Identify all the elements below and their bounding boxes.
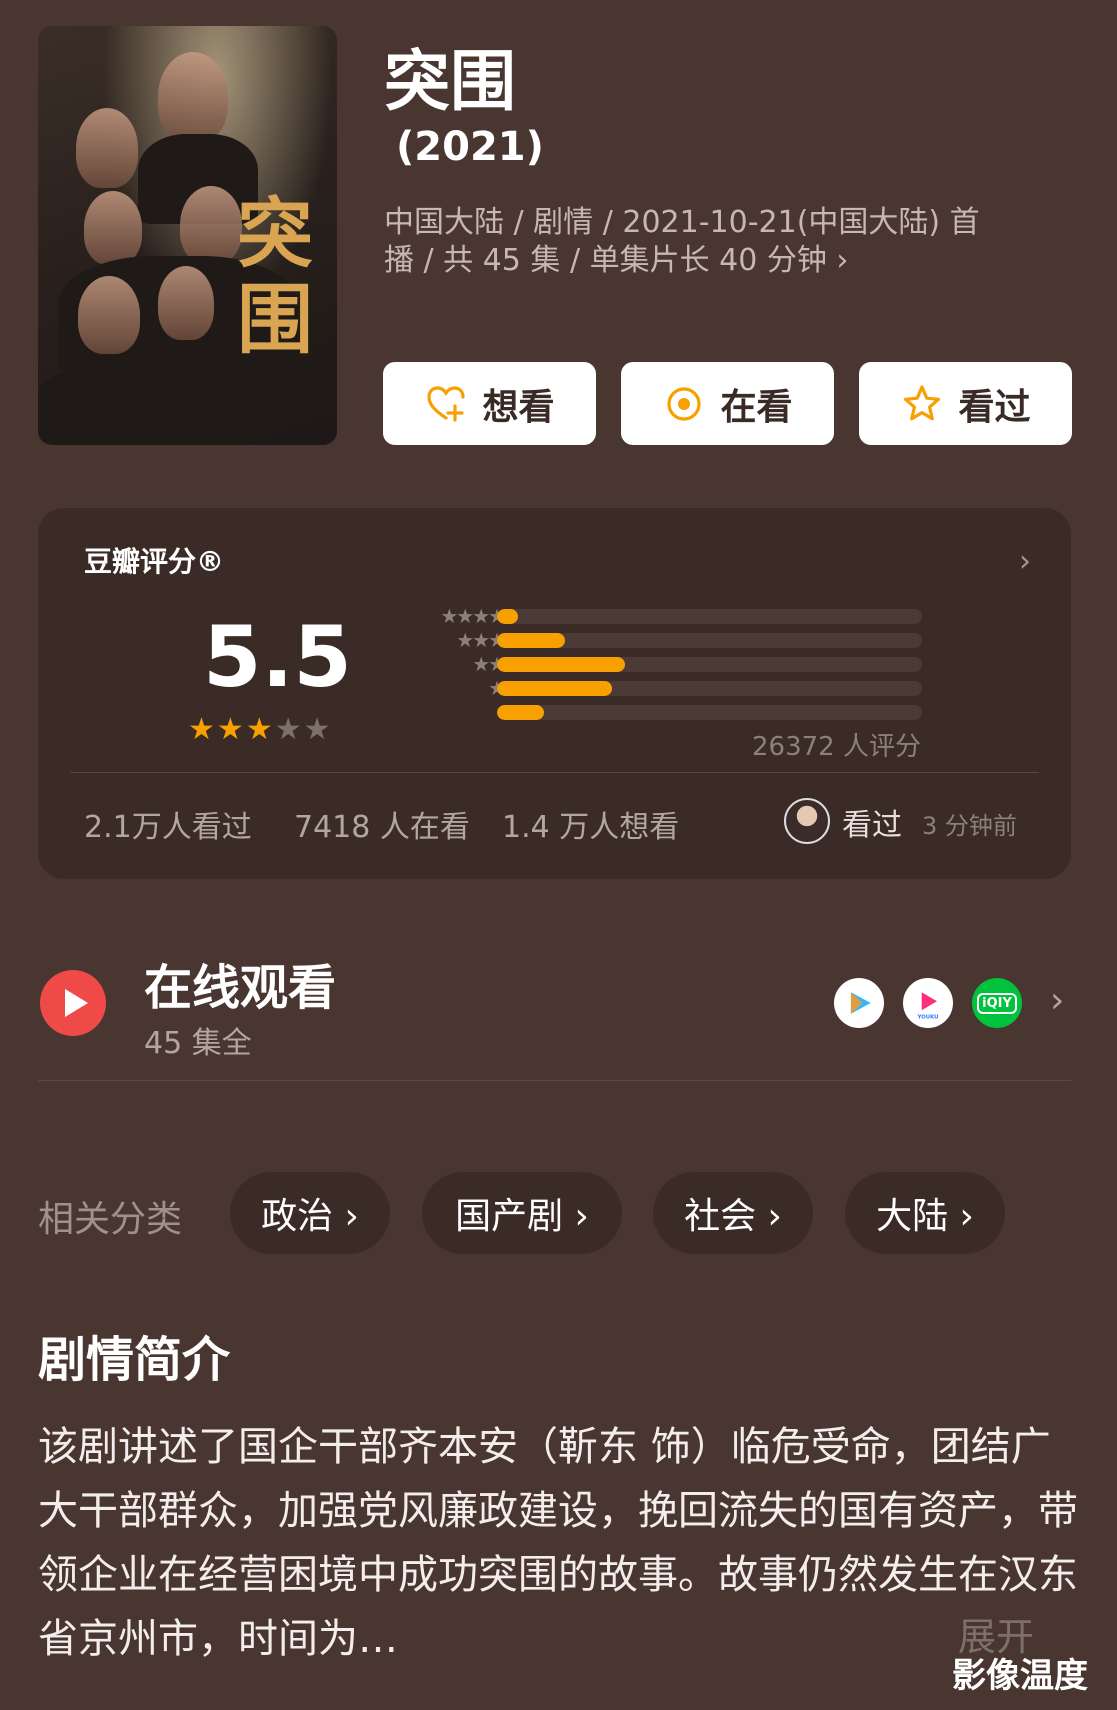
tag-politics[interactable]: 政治 › — [230, 1172, 390, 1254]
avatar[interactable] — [784, 798, 830, 844]
rating-stars: ★★★★★ — [188, 712, 333, 747]
iqiyi-wordmark: iQIY — [977, 992, 1017, 1014]
distribution-bar — [497, 705, 544, 720]
online-watch-subtitle: 45 集全 — [144, 1026, 252, 1061]
chevron-right-icon[interactable]: › — [1050, 980, 1064, 1021]
synopsis-text: 该剧讲述了国企干部齐本安（靳东 饰）临危受命，团结广大干部群众，加强党风廉政建设… — [38, 1424, 1078, 1662]
watching-label: 在看 — [720, 386, 793, 428]
distribution-bar-track — [497, 633, 922, 648]
rating-star: ★ — [245, 712, 275, 747]
divider — [38, 1080, 1071, 1081]
distribution-bar — [497, 633, 565, 648]
poster-figure — [158, 52, 228, 142]
tags-label: 相关分类 — [38, 1199, 183, 1240]
star-icon — [904, 384, 941, 420]
synopsis-title: 剧情简介 — [38, 1332, 231, 1388]
poster-figure-body — [38, 356, 337, 445]
poster-figure — [78, 276, 140, 354]
want-to-watch-button[interactable]: 想看 — [383, 362, 596, 445]
meta-info[interactable]: 中国大陆 / 剧情 / 2021-10-21(中国大陆) 首 播 / 共 45 … — [384, 204, 1064, 280]
watched-label: 看过 — [958, 386, 1031, 428]
distribution-bar — [497, 657, 625, 672]
distribution-bar-track — [497, 681, 922, 696]
rating-star: ★ — [216, 712, 246, 747]
rating-count: 26372 人评分 — [752, 732, 921, 762]
want-count[interactable]: 1.4 万人想看 — [502, 802, 679, 846]
online-watch-title[interactable]: 在线观看 — [144, 948, 336, 1018]
poster-figure — [84, 191, 142, 265]
watching-count[interactable]: 7418 人在看 — [294, 802, 470, 846]
rating-score: 5.5 — [203, 608, 352, 706]
poster-figure — [158, 266, 214, 340]
watched-button[interactable]: 看过 — [859, 362, 1072, 445]
poster-image[interactable]: 突围 — [38, 26, 337, 445]
youku-icon[interactable]: YOUKU — [903, 978, 953, 1028]
iqiyi-icon[interactable]: iQIY — [972, 978, 1022, 1028]
watched-count[interactable]: 2.1万人看过 — [84, 802, 252, 846]
distribution-bar — [497, 609, 519, 624]
rating-star: ★ — [303, 712, 333, 747]
rating-star: ★ — [188, 712, 217, 747]
divider — [70, 772, 1039, 773]
distribution-bar-track — [497, 609, 922, 624]
meta-line-2: 播 / 共 45 集 / 单集片长 40 分钟 › — [384, 243, 849, 278]
want-to-watch-label: 想看 — [482, 386, 555, 428]
target-icon — [667, 386, 702, 421]
rating-star: ★ — [274, 712, 304, 747]
distribution-bar-track — [497, 705, 922, 720]
distribution-bar-track — [497, 657, 922, 672]
meta-line-1: 中国大陆 / 剧情 / 2021-10-21(中国大陆) 首 — [384, 205, 980, 240]
watching-button[interactable]: 在看 — [621, 362, 834, 445]
rating-distribution — [497, 609, 922, 729]
tag-mainland[interactable]: 大陆 › — [845, 1172, 1005, 1254]
page-title: 突围 — [384, 43, 516, 120]
recent-activity: 看过 — [842, 808, 902, 843]
release-year: (2021) — [396, 124, 544, 170]
tag-domestic-drama[interactable]: 国产剧 › — [422, 1172, 622, 1254]
distribution-bar — [497, 681, 612, 696]
poster-figure — [76, 108, 138, 188]
recent-activity-time: 3 分钟前 — [922, 812, 1017, 840]
youku-wordmark: YOUKU — [916, 1014, 938, 1020]
rating-card[interactable]: 豆瓣评分® › 5.5 ★★★★★ ★★★★★★★★★★★★★★★ 26372 … — [38, 508, 1071, 879]
watermark: 影像温度 — [952, 1656, 1088, 1696]
rating-label: 豆瓣评分® — [84, 545, 225, 578]
heart-plus-icon — [427, 385, 466, 422]
poster-title: 突围 — [237, 189, 313, 364]
tencent-video-icon[interactable] — [834, 978, 884, 1028]
play-icon[interactable] — [40, 970, 106, 1036]
tag-society[interactable]: 社会 › — [653, 1172, 813, 1254]
chevron-right-icon[interactable]: › — [1019, 544, 1031, 579]
